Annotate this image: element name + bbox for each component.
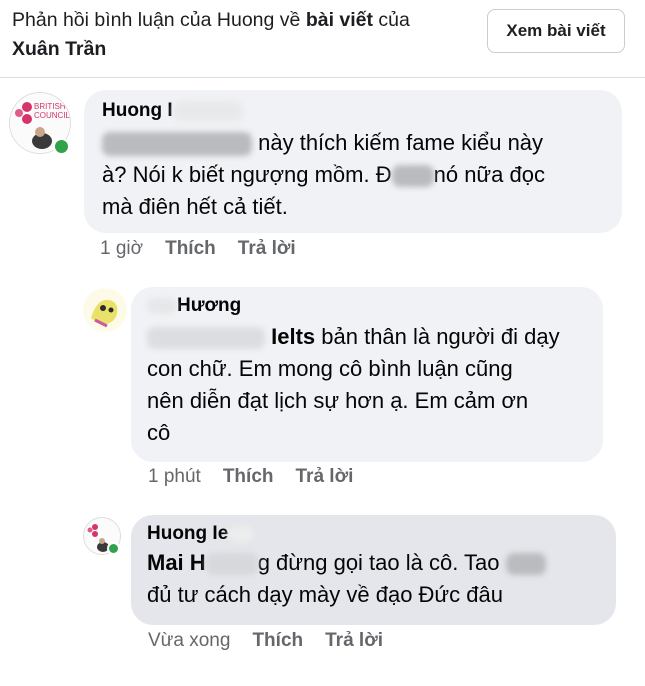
like-button[interactable]: Thích	[252, 630, 303, 652]
comment-line: này thích kiếm fame kiểu này	[258, 130, 544, 155]
like-button[interactable]: Thích	[165, 238, 216, 260]
comment-line: mà điên hết cả tiết.	[102, 194, 288, 219]
comment-actions: Vừa xong Thích Trả lời	[148, 630, 383, 652]
comment-text: Mai H g đừng gọi tao là cô. Tao đủ tư các…	[147, 547, 600, 611]
comment-line: nên diễn đạt lịch sự hơn ạ. Em cảm ơn	[147, 388, 529, 413]
redacted-blur	[391, 165, 434, 188]
redacted-blur	[172, 100, 243, 121]
online-status-icon	[107, 542, 120, 555]
comment-line: g đừng gọi tao là cô. Tao	[257, 550, 500, 575]
header-divider	[0, 77, 645, 78]
comment-text: Ielts bản thân là người đi dạy con chữ. …	[147, 321, 587, 449]
view-post-button[interactable]: Xem bài viết	[487, 9, 625, 53]
svg-text:COUNCIL: COUNCIL	[34, 111, 70, 120]
reply-button[interactable]: Trả lời	[296, 466, 354, 488]
comment-timestamp[interactable]: 1 giờ	[100, 238, 143, 260]
redacted-blur	[102, 132, 252, 157]
sticker-avatar-icon	[83, 288, 127, 332]
comment-line: nó nữa đọc	[433, 162, 545, 187]
comment-line: cô	[147, 420, 171, 445]
redacted-blur	[147, 327, 265, 350]
title-author-link[interactable]: Xuân Trần	[12, 38, 106, 60]
comment-text: này thích kiếm fame kiểu này à? Nói k bi…	[102, 127, 604, 223]
tagged-name[interactable]: Mai H	[147, 550, 206, 575]
comment-author[interactable]: Hương	[147, 295, 587, 317]
title-text-of: của	[373, 9, 410, 31]
comment-line: đủ tư cách dạy mày về đạo Đức đâu	[147, 582, 503, 607]
comment-actions: 1 phút Thích Trả lời	[148, 466, 353, 488]
svg-text:BRITISH: BRITISH	[34, 102, 66, 111]
comment-bubble: Huong I này thích kiếm fame kiểu này à? …	[84, 90, 622, 233]
comment-author[interactable]: Huong I	[102, 100, 604, 122]
comment-actions: 1 giờ Thích Trả lời	[100, 238, 296, 260]
comment-line: bản thân là người đi dạy	[315, 324, 560, 349]
title-post-link[interactable]: bài viết	[306, 9, 373, 31]
comment-timestamp[interactable]: Vừa xong	[148, 630, 230, 652]
comment-bubble: Huong Ie Mai H g đừng gọi tao là cô. Tao …	[131, 515, 616, 625]
online-status-icon	[53, 138, 70, 155]
author-name[interactable]: Huong Ie	[147, 523, 228, 544]
comment-author[interactable]: Huong Ie	[147, 523, 600, 545]
reply-button[interactable]: Trả lời	[325, 630, 383, 652]
like-button[interactable]: Thích	[223, 466, 274, 488]
comment-line-bold: Ielts	[271, 324, 316, 349]
redacted-blur	[205, 553, 258, 576]
page-title: Phản hồi bình luận của Huong về bài viết…	[12, 6, 482, 64]
comment-line: à? Nói k biết ngượng mồm. Đ	[102, 162, 392, 187]
reply-button[interactable]: Trả lời	[238, 238, 296, 260]
redacted-blur	[228, 525, 255, 542]
author-name[interactable]: Huong I	[102, 100, 173, 121]
avatar[interactable]	[83, 288, 127, 332]
author-name[interactable]: Hương	[177, 295, 241, 316]
comment-line: con chữ. Em mong cô bình luận cũng	[147, 356, 513, 381]
redacted-blur	[505, 553, 546, 576]
comment-timestamp[interactable]: 1 phút	[148, 466, 201, 488]
redacted-blur	[147, 297, 177, 314]
title-text: Phản hồi bình luận của Huong về	[12, 9, 306, 31]
comment-bubble: Hương Ielts bản thân là người đi dạy con…	[131, 287, 603, 462]
